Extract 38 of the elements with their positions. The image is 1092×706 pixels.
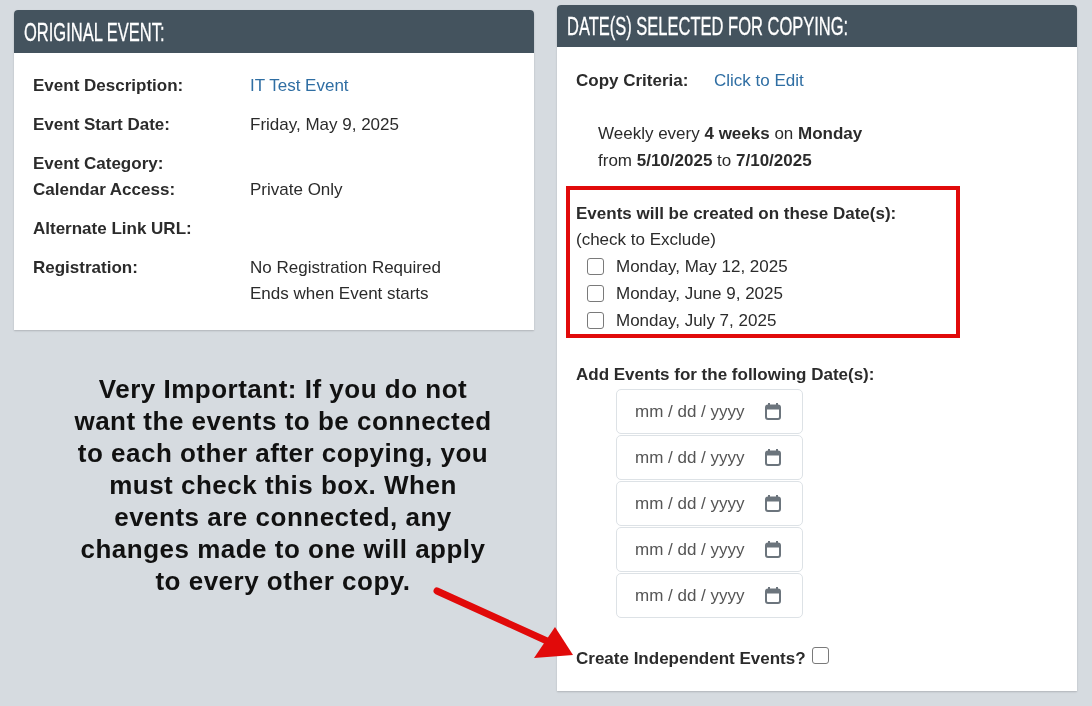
checkbox[interactable]	[587, 285, 604, 302]
field-value: No Registration Required	[250, 257, 441, 279]
checkbox-label: Create Independent Events?	[576, 648, 806, 670]
date-field[interactable]: mm / dd / yyyy	[616, 435, 803, 480]
recurrence-summary: Weekly every 4 weeks on Monday from 5/10/2025 to 7/10/2025	[598, 123, 864, 172]
date-label: Monday, July 7, 2025	[616, 310, 777, 331]
checkbox[interactable]	[587, 258, 604, 275]
panel-title: ORIGINAL EVENT:	[24, 17, 165, 46]
field-value: Private Only	[250, 179, 343, 201]
field-label: Event Category:	[33, 153, 165, 175]
calendar-icon[interactable]	[765, 403, 781, 420]
date-field[interactable]: mm / dd / yyyy	[616, 389, 803, 434]
calendar-icon[interactable]	[765, 449, 781, 466]
section-heading: Add Events for the following Date(s):	[576, 364, 876, 386]
panel-title: DATE(S) SELECTED FOR COPYING:	[567, 12, 849, 40]
hint-text: (check to Exclude)	[576, 229, 717, 251]
calendar-icon[interactable]	[765, 495, 781, 512]
field-label: Event Start Date:	[33, 114, 171, 136]
event-link[interactable]: IT Test Event	[250, 73, 349, 99]
field-label: Event Description:	[33, 75, 185, 97]
field-label: Calendar Access:	[33, 179, 177, 201]
date-field[interactable]: mm / dd / yyyy	[616, 527, 803, 572]
section-heading: Events will be created on these Date(s):	[576, 203, 898, 225]
date-label: Monday, June 9, 2025	[616, 283, 783, 304]
edit-link[interactable]: Click to Edit	[714, 68, 804, 94]
checkbox[interactable]	[587, 312, 604, 329]
date-label: Monday, May 12, 2025	[616, 256, 788, 277]
date-field[interactable]: mm / dd / yyyy	[616, 573, 803, 618]
field-value: Friday, May 9, 2025	[250, 114, 399, 136]
checkbox[interactable]	[811, 646, 829, 664]
field-label: Registration:	[33, 257, 139, 279]
calendar-icon[interactable]	[765, 541, 781, 558]
field-label: Alternate Link URL:	[33, 218, 193, 240]
annotation-text: Very Important: If you do not want the events to be connected to each other after copying, you must check this box. When events are connected, any changes made to one will apply to every other copy.	[73, 373, 493, 597]
field-value: Ends when Event starts	[250, 283, 429, 305]
date-field[interactable]: mm / dd / yyyy	[616, 481, 803, 526]
calendar-icon[interactable]	[765, 587, 781, 604]
field-label: Copy Criteria:	[576, 70, 690, 92]
